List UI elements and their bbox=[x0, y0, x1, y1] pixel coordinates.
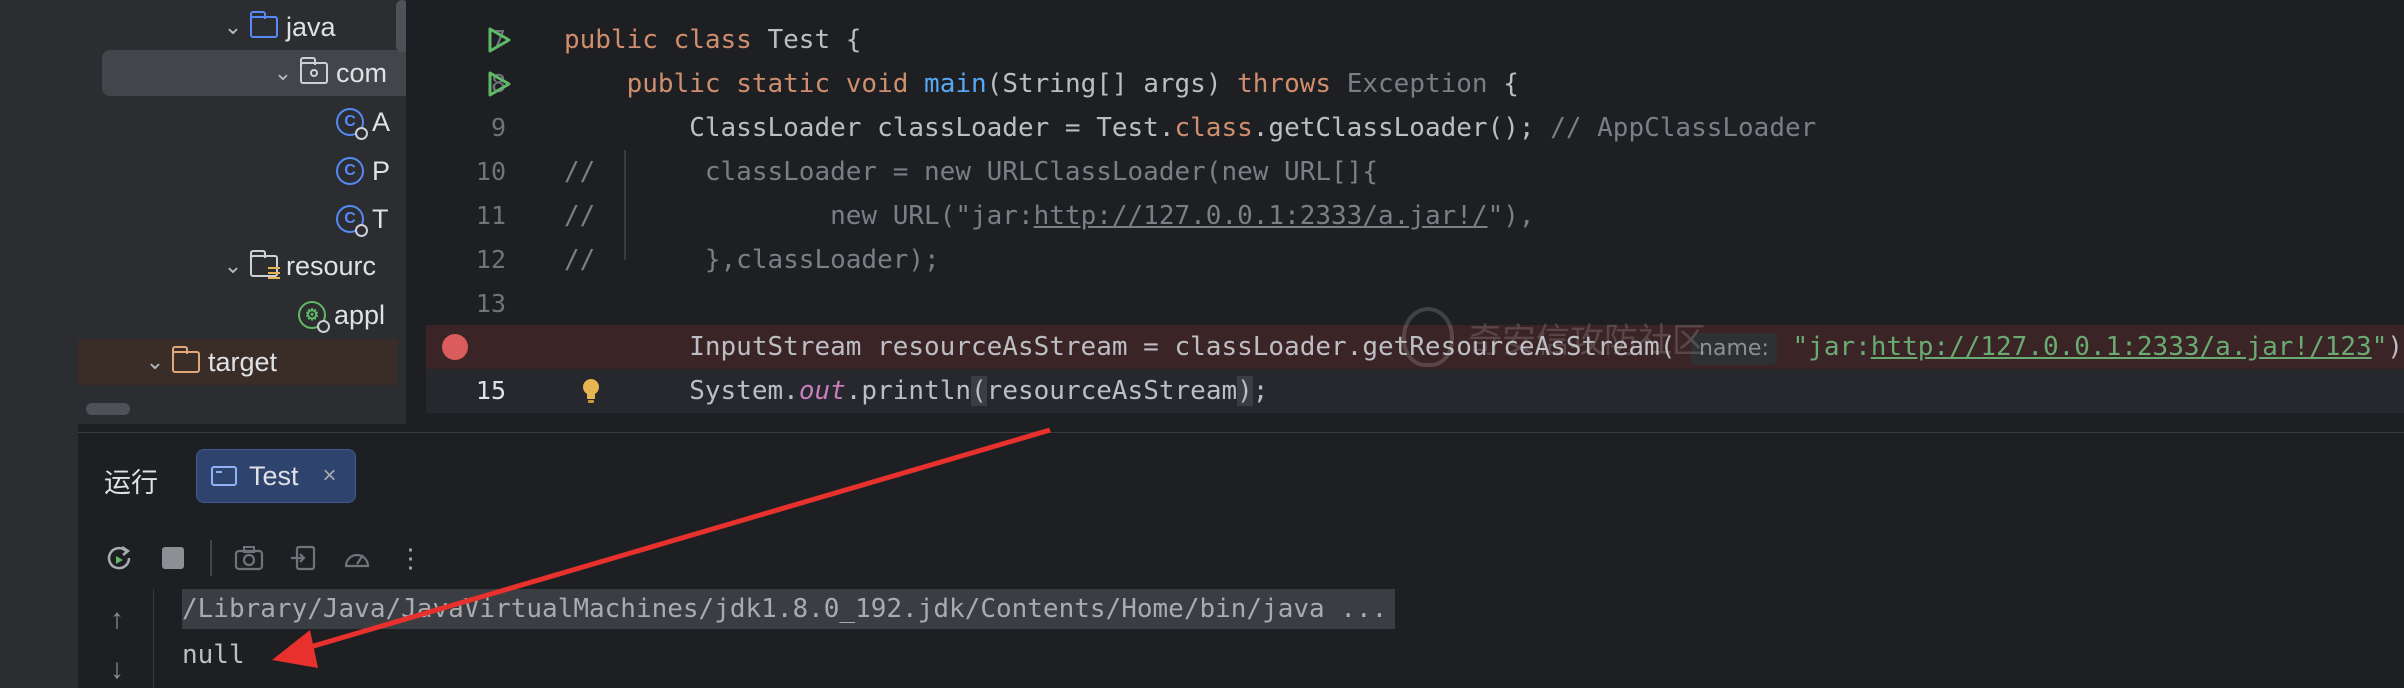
package-icon bbox=[298, 57, 330, 89]
tree-item-class-p[interactable]: C P bbox=[334, 148, 390, 194]
class-run-icon: C bbox=[334, 203, 368, 237]
chevron-down-icon[interactable]: ⌄ bbox=[268, 60, 298, 86]
tree-item-class-a[interactable]: C A bbox=[334, 99, 390, 145]
tree-item-java[interactable]: ⌄ java bbox=[218, 4, 336, 50]
run-panel: 运行 Test × ⋮ ↑ ↓ /Library/Java/JavaVirtua… bbox=[78, 432, 2404, 688]
run-tab-test[interactable]: Test × bbox=[196, 449, 356, 503]
watermark-logo-icon bbox=[1402, 307, 1454, 367]
config-file-icon: ⚙ bbox=[296, 299, 330, 333]
code-line-15: System.out.println(resourceAsStream); bbox=[564, 376, 1269, 406]
line-number: 11 bbox=[475, 201, 506, 230]
run-class-icon[interactable] bbox=[484, 18, 514, 62]
line-number: 15 bbox=[475, 376, 506, 405]
exit-icon[interactable] bbox=[286, 541, 320, 575]
camera-icon[interactable] bbox=[232, 541, 266, 575]
chevron-down-icon[interactable]: ⌄ bbox=[218, 253, 248, 279]
run-toolbar: ⋮ bbox=[102, 533, 428, 583]
profiler-icon[interactable] bbox=[340, 541, 374, 575]
code-line-7: public class Test { bbox=[564, 25, 862, 55]
code-line-8: public static void main(String[] args) t… bbox=[626, 69, 1519, 99]
folder-icon bbox=[170, 346, 202, 378]
class-run-icon: C bbox=[334, 106, 368, 140]
chevron-down-icon[interactable]: ⌄ bbox=[218, 14, 248, 40]
class-icon: C bbox=[334, 155, 366, 187]
tree-scrollbar-horizontal[interactable] bbox=[86, 403, 130, 415]
run-main-icon[interactable] bbox=[484, 62, 514, 106]
arrow-down-icon[interactable]: ↓ bbox=[104, 653, 130, 685]
tree-item-class-t[interactable]: C T bbox=[334, 196, 389, 242]
project-tree: ⌄ java ⌄ com C A C P C T ⌄ resourc ⚙ app… bbox=[78, 0, 416, 424]
watermark: 奇安信攻防社区 bbox=[1402, 300, 1822, 374]
code-editor[interactable]: 7 8 9 10 11 12 13 15 public class Test {… bbox=[426, 0, 2404, 424]
line-number: 10 bbox=[475, 157, 506, 186]
tree-scrollbar-vertical[interactable] bbox=[396, 0, 406, 52]
line-number: 13 bbox=[475, 289, 506, 318]
arrow-up-icon[interactable]: ↑ bbox=[104, 603, 130, 635]
code-line-10: // classLoader = new URLClassLoader(new … bbox=[564, 157, 1378, 187]
code-line-12: // },classLoader); bbox=[564, 245, 940, 275]
left-tool-strip bbox=[0, 0, 78, 688]
console-gutter: ↑ ↓ bbox=[78, 589, 154, 688]
chevron-down-icon[interactable]: ⌄ bbox=[140, 349, 170, 375]
code-line-9: ClassLoader classLoader = Test.class.get… bbox=[564, 113, 1817, 143]
rerun-button[interactable] bbox=[102, 541, 136, 575]
stop-button[interactable] bbox=[156, 541, 190, 575]
close-icon[interactable]: × bbox=[323, 462, 337, 490]
toolbar-separator bbox=[210, 540, 212, 576]
more-options-icon[interactable]: ⋮ bbox=[394, 541, 428, 575]
tree-item-target[interactable]: ⌄ target bbox=[78, 339, 398, 385]
resources-folder-icon bbox=[248, 250, 280, 282]
tree-item-com[interactable]: ⌄ com bbox=[102, 50, 406, 96]
line-number: 12 bbox=[475, 245, 506, 274]
breakpoint-icon[interactable] bbox=[442, 334, 468, 360]
console-command-line: /Library/Java/JavaVirtualMachines/jdk1.8… bbox=[182, 589, 1396, 629]
run-panel-title: 运行 bbox=[104, 468, 158, 498]
folder-icon bbox=[248, 11, 280, 43]
code-line-11: // new URL("jar:http://127.0.0.1:2333/a.… bbox=[564, 201, 1535, 231]
line-number: 9 bbox=[490, 113, 506, 142]
tree-item-application-config[interactable]: ⚙ appl bbox=[296, 292, 385, 338]
tree-item-resources[interactable]: ⌄ resourc bbox=[218, 243, 376, 289]
console-output-line: null bbox=[182, 640, 245, 670]
console-icon bbox=[211, 466, 237, 486]
